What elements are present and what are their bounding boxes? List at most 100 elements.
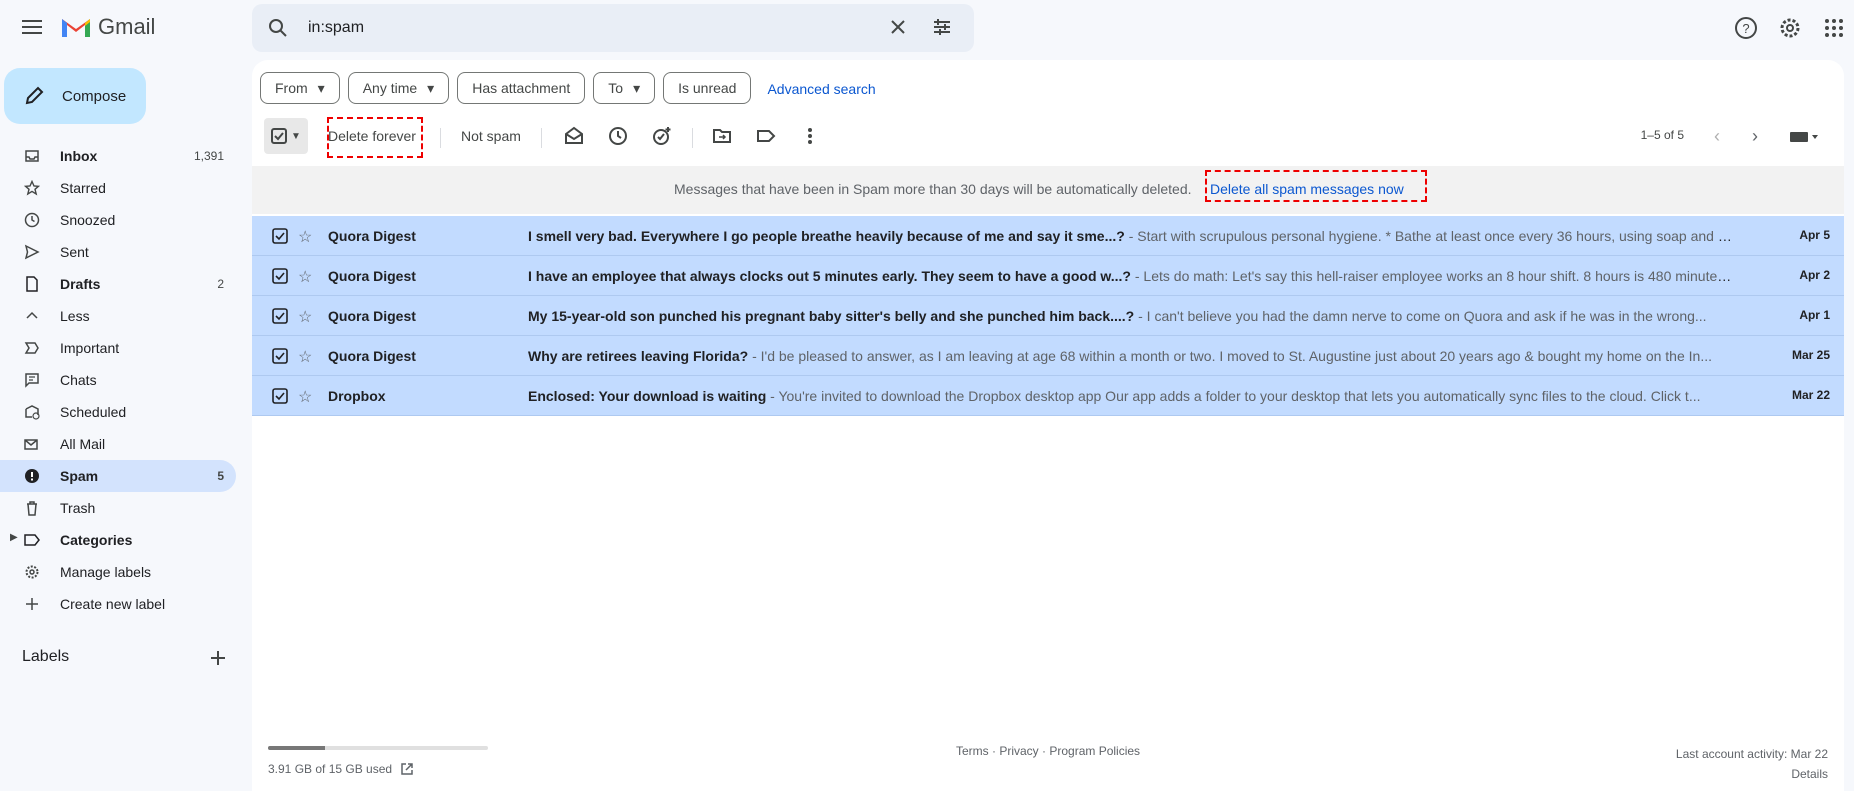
has-attachment-label: Has attachment: [472, 80, 571, 96]
settings-gear-icon[interactable]: [1778, 16, 1802, 40]
sidebar-item-less[interactable]: Less: [0, 300, 236, 332]
not-spam-button[interactable]: Not spam: [461, 128, 521, 144]
sidebar-item-snoozed[interactable]: Snoozed: [0, 204, 236, 236]
sidebar-item-inbox[interactable]: Inbox 1,391: [0, 140, 236, 172]
pagination-count: 1–5 of 5: [1640, 128, 1684, 142]
storage-bar: [268, 746, 488, 750]
chevron-right-icon[interactable]: ›: [1752, 126, 1758, 147]
sidebar-item-categories[interactable]: ▶ Categories: [0, 524, 236, 556]
move-to-folder-icon[interactable]: [712, 126, 732, 146]
star-icon[interactable]: ☆: [298, 307, 312, 327]
sidebar-item-trash[interactable]: Trash: [0, 492, 236, 524]
banner-message: Messages that have been in Spam more tha…: [674, 181, 1192, 197]
row-checkbox-icon[interactable]: [272, 308, 288, 324]
caret-down-icon: ▾: [633, 79, 641, 96]
privacy-link[interactable]: Privacy: [999, 744, 1038, 758]
email-snippet: - Start with scrupulous personal hygiene…: [1124, 228, 1732, 244]
mark-as-read-icon[interactable]: [564, 126, 584, 146]
email-row[interactable]: ☆ Quora Digest My 15-year-old son punched …: [252, 296, 1844, 336]
email-subject: Why are retirees leaving Florida?: [528, 348, 749, 364]
sidebar-item-manage-labels[interactable]: Manage labels: [0, 556, 236, 588]
sidebar-item-label: Snoozed: [60, 212, 116, 228]
sidebar-item-count: 5: [217, 469, 224, 483]
nav-list: Inbox 1,391 Starred Snoozed Sent Drafts 2 Less I…: [0, 140, 252, 620]
any-time-filter-chip[interactable]: Any time ▾: [347, 72, 450, 104]
email-sender: Quora Digest: [328, 308, 416, 324]
sidebar-item-create-new-label[interactable]: Create new label: [0, 588, 236, 620]
sidebar-item-drafts[interactable]: Drafts 2: [0, 268, 236, 300]
star-icon[interactable]: ☆: [298, 347, 312, 367]
star-icon[interactable]: ☆: [298, 267, 312, 287]
external-link-icon[interactable]: [400, 762, 414, 776]
sidebar-item-label: Important: [60, 340, 120, 356]
add-label-icon[interactable]: [208, 648, 228, 668]
email-row[interactable]: ☆ Quora Digest Why are retirees leaving Fl…: [252, 336, 1844, 376]
checked-checkbox-icon[interactable]: [271, 128, 288, 144]
select-all-dropdown[interactable]: ▼: [264, 118, 308, 154]
chevron-left-icon[interactable]: ‹: [1714, 126, 1720, 147]
svg-text:?: ?: [1742, 21, 1749, 36]
email-row[interactable]: ☆ Dropbox Enclosed: Your download is waiti…: [252, 376, 1844, 416]
row-checkbox-icon[interactable]: [272, 228, 288, 244]
sidebar-item-chats[interactable]: Chats: [0, 364, 236, 396]
is-unread-label: Is unread: [678, 80, 737, 96]
send-icon: [24, 244, 40, 260]
label-tag-icon[interactable]: [756, 126, 776, 146]
add-to-tasks-icon[interactable]: [652, 126, 672, 146]
sidebar-item-label: Spam: [60, 468, 99, 484]
email-row[interactable]: ☆ Quora Digest I smell very bad. Everywher…: [252, 216, 1844, 256]
search-options-icon[interactable]: [932, 17, 952, 37]
row-checkbox-icon[interactable]: [272, 348, 288, 364]
sidebar-item-label: All Mail: [60, 436, 106, 452]
star-icon[interactable]: ☆: [298, 387, 312, 407]
sidebar-item-sent[interactable]: Sent: [0, 236, 236, 268]
has-attachment-chip[interactable]: Has attachment: [457, 72, 586, 104]
advanced-search-link[interactable]: Advanced search: [759, 72, 883, 106]
more-options-icon[interactable]: [800, 126, 820, 146]
caret-down-icon[interactable]: ▼: [291, 131, 301, 142]
delete-all-spam-link[interactable]: Delete all spam messages now: [1210, 181, 1404, 197]
from-filter-chip[interactable]: From ▾: [260, 72, 340, 104]
keyboard-input-icon[interactable]: [1790, 130, 1820, 144]
snooze-clock-icon[interactable]: [608, 126, 628, 146]
email-date: Apr 2: [1799, 268, 1830, 282]
sidebar-item-label: Chats: [60, 372, 97, 388]
row-checkbox-icon[interactable]: [272, 268, 288, 284]
to-filter-chip[interactable]: To ▾: [593, 72, 656, 104]
sidebar: Compose Inbox 1,391 Starred Snoozed Sent Draf…: [0, 56, 252, 791]
details-link[interactable]: Details: [1676, 764, 1828, 784]
delete-forever-button[interactable]: Delete forever: [328, 128, 416, 144]
apps-grid-icon[interactable]: [1822, 16, 1846, 40]
sidebar-item-scheduled[interactable]: Scheduled: [0, 396, 236, 428]
sidebar-item-label: Create new label: [60, 596, 166, 612]
clear-search-icon[interactable]: [888, 17, 908, 37]
program-policies-link[interactable]: Program Policies: [1049, 744, 1140, 758]
chevron-up-icon: [26, 311, 38, 319]
sidebar-item-spam[interactable]: Spam 5: [0, 460, 236, 492]
email-sender: Dropbox: [328, 388, 386, 404]
email-date: Apr 5: [1799, 228, 1830, 242]
sidebar-item-label: Scheduled: [60, 404, 127, 420]
email-subject: I have an employee that always clocks ou…: [528, 268, 1131, 284]
sidebar-item-label: Drafts: [60, 276, 101, 292]
sidebar-item-label: Starred: [60, 180, 106, 196]
is-unread-chip[interactable]: Is unread: [663, 72, 752, 104]
sidebar-item-starred[interactable]: Starred: [0, 172, 236, 204]
terms-link[interactable]: Terms: [956, 744, 989, 758]
email-subject: Enclosed: Your download is waiting: [528, 388, 767, 404]
gmail-logo[interactable]: Gmail: [60, 14, 155, 40]
sidebar-item-important[interactable]: Important: [0, 332, 236, 364]
star-icon[interactable]: ☆: [298, 227, 312, 247]
pencil-icon: [25, 86, 44, 105]
compose-button[interactable]: Compose: [4, 68, 146, 124]
email-row[interactable]: ☆ Quora Digest I have an employee that alw…: [252, 256, 1844, 296]
search-icon[interactable]: [268, 18, 288, 38]
help-icon[interactable]: ?: [1734, 16, 1758, 40]
sidebar-item-all-mail[interactable]: All Mail: [0, 428, 236, 460]
search-input[interactable]: in:spam: [308, 19, 364, 37]
main-menu-icon[interactable]: [18, 16, 46, 40]
draft-icon: [26, 276, 38, 292]
row-checkbox-icon[interactable]: [272, 388, 288, 404]
search-bar[interactable]: in:spam: [252, 4, 974, 52]
expand-arrow-icon[interactable]: ▶: [10, 532, 18, 543]
